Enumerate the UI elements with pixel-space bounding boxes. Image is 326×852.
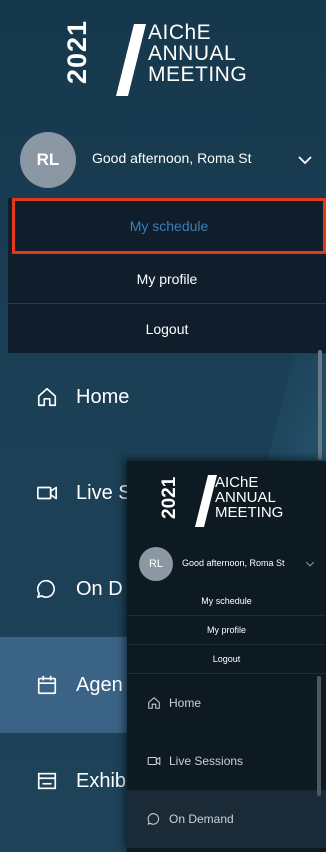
inset-nav-item-on-demand: On Demand — [127, 790, 326, 848]
inset-chat-bubble-icon — [147, 813, 160, 825]
chat-bubble-icon — [36, 579, 56, 599]
logo-line-3: MEETING — [148, 63, 248, 86]
event-logo[interactable]: 2021 AIChE ANNUAL MEETING — [62, 18, 280, 98]
nav-label: Agen — [76, 673, 123, 696]
inset-logo-slash-icon — [195, 475, 217, 527]
logo-slash-icon — [116, 24, 146, 96]
logo-line-1: AIChE — [148, 21, 212, 44]
inset-dropdown-menu: My schedule My profile Logout — [127, 587, 326, 674]
user-dropdown-menu: My schedule My profile Logout — [8, 198, 326, 354]
nav-item-home[interactable]: Home — [0, 349, 326, 445]
chevron-down-icon[interactable] — [297, 152, 313, 168]
inset-user-greeting: Good afternoon, Roma St — [182, 558, 285, 568]
video-camera-icon — [37, 486, 57, 500]
home-icon — [37, 387, 57, 407]
menu-item-my-profile[interactable]: My profile — [8, 254, 326, 304]
inset-nav-label: Home — [169, 696, 202, 710]
inset-logo-wordmark: AIChE ANNUAL MEETING — [215, 475, 283, 520]
inset-menu-item-my-schedule: My schedule — [127, 587, 326, 616]
inset-video-camera-icon — [147, 756, 161, 766]
user-greeting: Good afternoon, Roma St — [92, 150, 252, 166]
menu-item-logout[interactable]: Logout — [8, 304, 326, 354]
logo-line-2: ANNUAL — [148, 42, 237, 65]
inset-scrollbar — [317, 676, 321, 796]
inset-logo-year: 2021 — [159, 476, 180, 519]
inset-nav-item-home: Home — [127, 674, 326, 732]
inset-logo-line-3: MEETING — [215, 504, 284, 521]
inset-nav-label: Live Sessions — [169, 754, 244, 768]
inset-logo-line-1: AIChE — [215, 474, 259, 491]
inset-screenshot: 2021 AIChE ANNUAL MEETING RL Good aftern… — [127, 461, 326, 852]
booth-icon — [37, 772, 57, 790]
logo-wordmark: AIChE ANNUAL MEETING — [148, 22, 247, 85]
inset-event-logo: 2021 AIChE ANNUAL MEETING — [159, 473, 321, 529]
inset-nav-label: On Demand — [169, 812, 234, 826]
logo-year: 2021 — [62, 19, 92, 84]
calendar-icon — [37, 675, 57, 695]
scrollbar[interactable] — [318, 350, 322, 460]
nav-label: On D — [76, 577, 123, 600]
inset-menu-item-logout: Logout — [127, 645, 326, 674]
user-menu-toggle[interactable]: RL Good afternoon, Roma St — [0, 125, 326, 193]
inset-chevron-down-icon — [305, 561, 315, 567]
inset-nav-item-live-sessions: Live Sessions — [127, 732, 326, 790]
inset-user-menu-toggle: RL Good afternoon, Roma St — [127, 543, 326, 587]
inset-main-nav: Home Live Sessions On Demand — [127, 674, 326, 848]
inset-avatar: RL — [139, 547, 173, 581]
inset-logo-line-2: ANNUAL — [215, 489, 276, 506]
inset-menu-item-my-profile: My profile — [127, 616, 326, 645]
menu-item-my-schedule[interactable]: My schedule — [12, 198, 326, 254]
nav-label: Live S — [76, 481, 132, 504]
nav-label: Exhib — [76, 769, 127, 792]
inset-home-icon — [148, 697, 160, 709]
nav-label: Home — [76, 385, 130, 408]
avatar: RL — [20, 132, 76, 188]
